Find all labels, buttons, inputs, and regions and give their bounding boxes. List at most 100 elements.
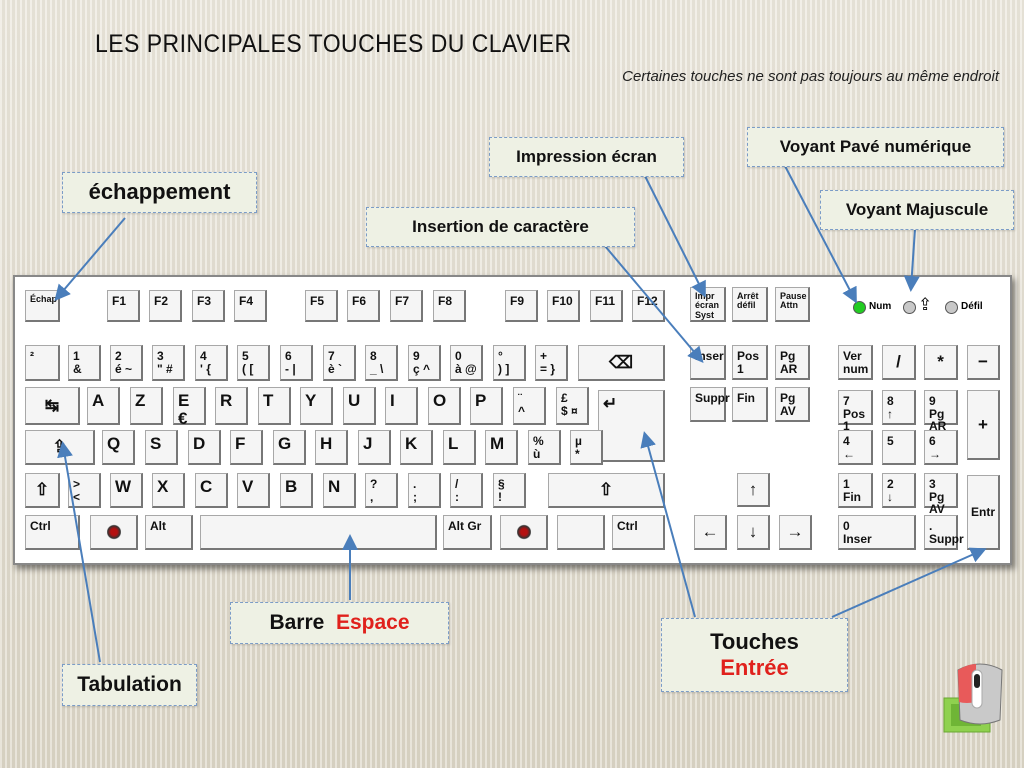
key[interactable]: Ctrl xyxy=(612,515,665,550)
key[interactable]: Alt xyxy=(145,515,193,550)
key[interactable]: − xyxy=(967,345,1000,380)
key[interactable]: µ * xyxy=(570,430,603,465)
key[interactable]: £ $ ¤ xyxy=(556,387,589,425)
key[interactable]: Ver num xyxy=(838,345,873,380)
key[interactable]: I xyxy=(385,387,418,425)
key[interactable]: ² xyxy=(25,345,60,381)
key[interactable]: N xyxy=(323,473,356,508)
key[interactable]: T xyxy=(258,387,291,425)
key[interactable]: A xyxy=(87,387,120,425)
key[interactable]: Impr écran Syst xyxy=(690,287,726,322)
key-windows[interactable] xyxy=(90,515,138,550)
key[interactable]: F10 xyxy=(547,290,580,322)
key[interactable]: 9 ç ^ xyxy=(408,345,441,381)
key[interactable]: Fin xyxy=(732,387,768,422)
key-backspace[interactable]: ⌫ xyxy=(578,345,665,381)
key[interactable]: 0 Inser xyxy=(838,515,916,550)
key[interactable]: 1 & xyxy=(68,345,101,381)
key[interactable]: / xyxy=(882,345,916,380)
key[interactable]: 2 é ~ xyxy=(110,345,143,381)
key[interactable]: + xyxy=(967,390,1000,460)
key[interactable]: ¨ ^ xyxy=(513,387,546,425)
key[interactable]: F8 xyxy=(433,290,466,322)
key[interactable]: 1 Fin xyxy=(838,473,873,508)
key[interactable]: Pg AV xyxy=(775,387,810,422)
key[interactable]: F9 xyxy=(505,290,538,322)
key[interactable]: F3 xyxy=(192,290,225,322)
key[interactable]: B xyxy=(280,473,313,508)
key[interactable]: 8 ↑ xyxy=(882,390,916,425)
key[interactable]: 4 ' { xyxy=(195,345,228,381)
key[interactable]: 3 Pg AV xyxy=(924,473,958,515)
key-shift[interactable]: ⇧ xyxy=(548,473,665,508)
key[interactable]: C xyxy=(195,473,228,508)
key[interactable]: . ; xyxy=(408,473,441,508)
key[interactable]: S xyxy=(145,430,178,465)
key[interactable]: % ù xyxy=(528,430,561,465)
key[interactable]: + = } xyxy=(535,345,568,381)
key[interactable]: 7 è ` xyxy=(323,345,356,381)
key[interactable]: K xyxy=(400,430,433,465)
key[interactable]: Pos 1 xyxy=(732,345,768,380)
key[interactable]: 7 Pos 1 xyxy=(838,390,873,432)
key[interactable]: Entr xyxy=(967,475,1000,550)
key[interactable]: 3 " # xyxy=(152,345,185,381)
key-tab[interactable]: ↹ xyxy=(25,387,80,425)
key[interactable]: F12 xyxy=(632,290,665,322)
key[interactable]: 5 ( [ xyxy=(237,345,270,381)
key-arrow-up[interactable]: ↑ xyxy=(737,473,770,507)
key[interactable]: F5 xyxy=(305,290,338,322)
key[interactable]: Z xyxy=(130,387,163,425)
key[interactable]: Échap xyxy=(25,290,60,322)
key-arrow-down[interactable]: ↓ xyxy=(737,515,770,550)
key[interactable]: D xyxy=(188,430,221,465)
key[interactable]: E € xyxy=(173,387,206,427)
key[interactable]: L xyxy=(443,430,476,465)
key[interactable] xyxy=(557,515,605,550)
key[interactable]: Ctrl xyxy=(25,515,80,550)
key-arrow-right[interactable]: → xyxy=(779,515,812,550)
key[interactable]: 2 ↓ xyxy=(882,473,916,508)
key[interactable]: M xyxy=(485,430,518,465)
key[interactable]: 5 xyxy=(882,430,916,465)
key[interactable]: ? , xyxy=(365,473,398,508)
key[interactable]: * xyxy=(924,345,958,380)
key-enter[interactable]: ↵ xyxy=(598,390,665,462)
key[interactable]: Y xyxy=(300,387,333,425)
key[interactable]: 6 → xyxy=(924,430,958,465)
key[interactable]: J xyxy=(358,430,391,465)
key[interactable]: F2 xyxy=(149,290,182,322)
key[interactable]: / : xyxy=(450,473,483,508)
key-shift[interactable]: ⇧ xyxy=(25,473,60,508)
key-caps-lock[interactable]: ⇪ xyxy=(25,430,95,465)
key[interactable]: F11 xyxy=(590,290,623,322)
key[interactable]: 4 ← xyxy=(838,430,873,465)
key[interactable]: > < xyxy=(68,473,101,508)
key-windows[interactable] xyxy=(500,515,548,550)
key-arrow-left[interactable]: ← xyxy=(694,515,727,550)
key[interactable]: Q xyxy=(102,430,135,465)
key[interactable]: O xyxy=(428,387,461,425)
key[interactable]: U xyxy=(343,387,376,425)
key[interactable]: F7 xyxy=(390,290,423,322)
key[interactable]: Inser xyxy=(690,345,726,380)
key[interactable]: 9 Pg AR xyxy=(924,390,958,432)
key[interactable]: H xyxy=(315,430,348,465)
key[interactable]: Arrêt défil xyxy=(732,287,768,322)
key[interactable]: ° ) ] xyxy=(493,345,526,381)
key[interactable]: 8 _ \ xyxy=(365,345,398,381)
key[interactable]: W xyxy=(110,473,143,508)
key[interactable]: F6 xyxy=(347,290,380,322)
key[interactable]: 6 - | xyxy=(280,345,313,381)
key[interactable]: P xyxy=(470,387,503,425)
key[interactable]: Pg AR xyxy=(775,345,810,380)
key[interactable]: Suppr xyxy=(690,387,730,422)
key[interactable] xyxy=(200,515,437,550)
key[interactable]: 0 à @ xyxy=(450,345,483,381)
key[interactable]: G xyxy=(273,430,306,465)
key[interactable]: R xyxy=(215,387,248,425)
key[interactable]: F1 xyxy=(107,290,140,322)
key[interactable]: F4 xyxy=(234,290,267,322)
key[interactable]: Alt Gr xyxy=(443,515,492,550)
key[interactable]: X xyxy=(152,473,185,508)
